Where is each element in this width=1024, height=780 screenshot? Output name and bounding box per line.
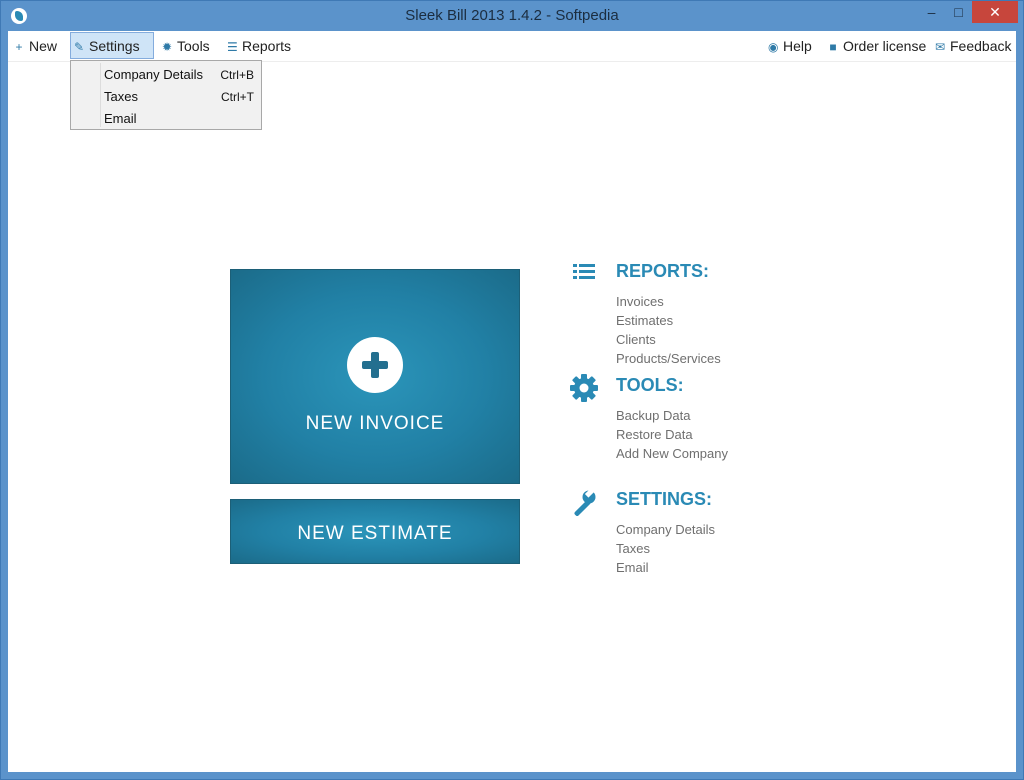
main-area: + New ✎ Settings ✹ Tools ☰ Reports ◉ Help ■ Or…: [8, 31, 1016, 772]
new-invoice-button[interactable]: NEW INVOICE: [230, 269, 520, 484]
settings-link-taxes[interactable]: Taxes: [616, 541, 650, 556]
dropdown-item-label: Email: [104, 111, 137, 126]
menu-tools-label: Tools: [177, 38, 210, 54]
menu-help[interactable]: ◉ Help: [768, 31, 812, 61]
dropdown-item-label: Company Details: [104, 67, 203, 82]
dropdown-item-company-details[interactable]: Company Details Ctrl+B: [104, 64, 258, 86]
menu-feedback[interactable]: ✉ Feedback: [935, 31, 1011, 61]
plus-icon: +: [15, 40, 23, 54]
title-bar[interactable]: Sleek Bill 2013 1.4.2 - Softpedia – □ ✕: [1, 1, 1023, 31]
menu-settings-label: Settings: [89, 38, 140, 54]
dropdown-item-shortcut: Ctrl+T: [221, 90, 254, 104]
tools-link-add-new-company[interactable]: Add New Company: [616, 446, 728, 461]
settings-link-company-details[interactable]: Company Details: [616, 522, 715, 537]
tools-heading: TOOLS:: [616, 375, 684, 395]
list-icon: [573, 264, 595, 279]
close-button[interactable]: ✕: [972, 1, 1018, 23]
menu-feedback-label: Feedback: [950, 38, 1012, 54]
dropdown-item-shortcut: Ctrl+B: [220, 68, 254, 82]
wrench-icon: ✎: [74, 40, 85, 54]
new-estimate-button[interactable]: NEW ESTIMATE: [230, 499, 520, 564]
app-window: Sleek Bill 2013 1.4.2 - Softpedia – □ ✕ …: [0, 0, 1024, 780]
list-icon: ☰: [227, 40, 238, 54]
menu-help-label: Help: [783, 38, 812, 54]
reports-link-clients[interactable]: Clients: [616, 332, 656, 347]
menu-new-label: New: [29, 38, 58, 54]
dropdown-separator: [100, 63, 101, 127]
lock-icon: ■: [829, 40, 837, 54]
menu-settings[interactable]: ✎ Settings: [70, 32, 154, 59]
new-estimate-label: NEW ESTIMATE: [297, 523, 453, 544]
menu-reports[interactable]: ☰ Reports: [227, 31, 291, 61]
window-title: Sleek Bill 2013 1.4.2 - Softpedia: [405, 7, 619, 24]
dropdown-item-label: Taxes: [104, 89, 138, 104]
gear-icon: [570, 374, 598, 402]
reports-link-invoices[interactable]: Invoices: [616, 294, 664, 309]
wrench-icon: [574, 490, 596, 516]
menu-new[interactable]: + New: [14, 31, 57, 61]
tools-link-restore-data[interactable]: Restore Data: [616, 427, 693, 442]
reports-link-products-services[interactable]: Products/Services: [616, 351, 721, 366]
plus-circle-icon: [347, 337, 403, 393]
mail-icon: ✉: [935, 40, 946, 54]
dropdown-item-taxes[interactable]: Taxes Ctrl+T: [104, 86, 258, 108]
settings-link-email[interactable]: Email: [616, 560, 649, 575]
menu-order-license[interactable]: ■ Order license: [828, 31, 926, 61]
maximize-button[interactable]: □: [945, 1, 972, 23]
reports-link-estimates[interactable]: Estimates: [616, 313, 673, 328]
globe-icon: ◉: [768, 40, 779, 54]
settings-heading: SETTINGS:: [616, 489, 713, 509]
new-invoice-label: NEW INVOICE: [305, 413, 445, 434]
dropdown-item-email[interactable]: Email: [104, 108, 258, 130]
settings-dropdown: Company Details Ctrl+B Taxes Ctrl+T Emai…: [70, 60, 262, 130]
menu-reports-label: Reports: [242, 38, 292, 54]
reports-heading: REPORTS:: [616, 261, 710, 281]
minimize-button[interactable]: –: [918, 1, 945, 23]
tools-link-backup-data[interactable]: Backup Data: [616, 408, 690, 423]
menu-tools[interactable]: ✹ Tools: [162, 31, 210, 61]
menu-bar: + New ✎ Settings ✹ Tools ☰ Reports ◉ Help ■ Or…: [8, 31, 1016, 62]
gear-icon: ✹: [162, 40, 173, 54]
menu-order-license-label: Order license: [843, 38, 927, 54]
